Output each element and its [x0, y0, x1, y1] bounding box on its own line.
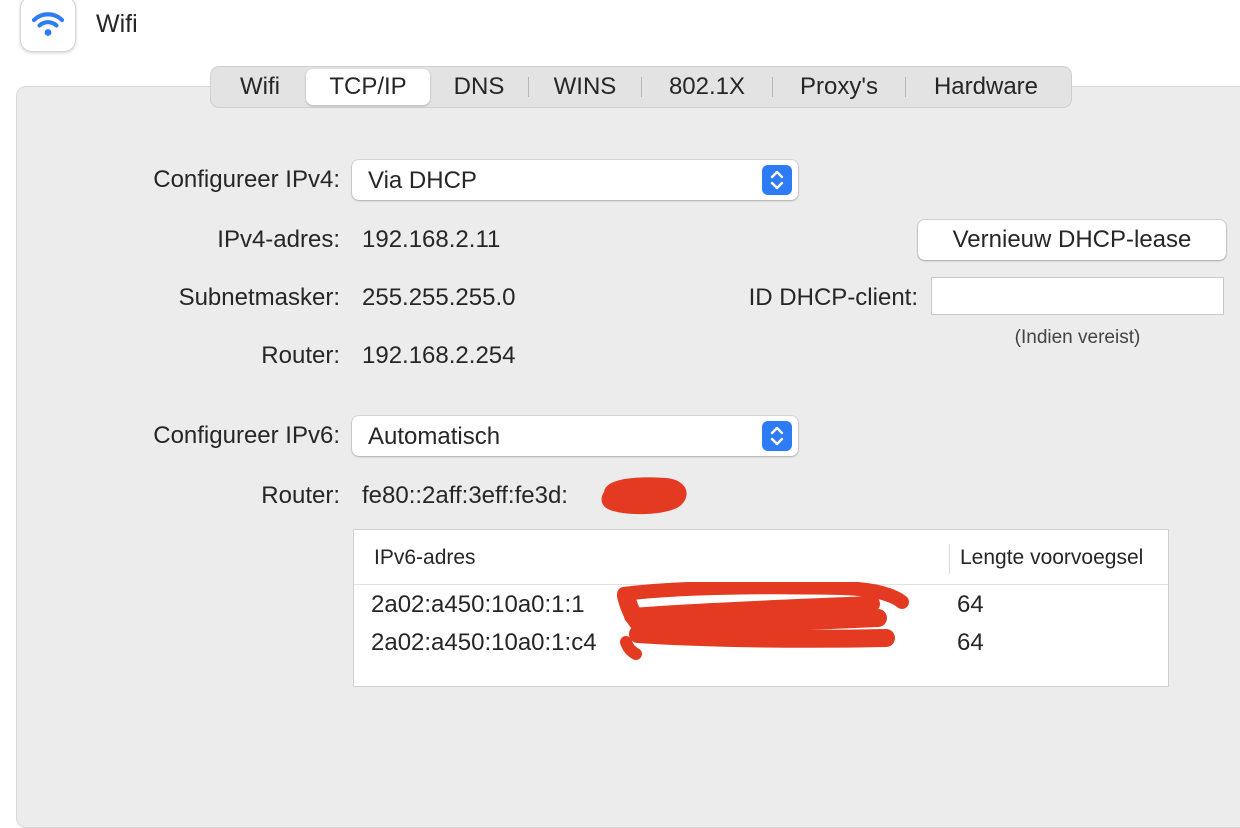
column-header-prefix-length[interactable]: Lengte voorvoegsel: [960, 546, 1143, 570]
popup-chevrons-icon: [762, 165, 792, 195]
ipv4-address-value: 192.168.2.11: [362, 226, 501, 253]
prefix-length-cell: 64: [957, 629, 984, 656]
wifi-icon: [31, 12, 65, 36]
configure-ipv4-value: Via DHCP: [368, 167, 477, 194]
tab-hardware[interactable]: Hardware: [906, 69, 1066, 105]
tab-proxys[interactable]: Proxy's: [773, 69, 905, 105]
dhcp-client-id-field[interactable]: [931, 277, 1224, 315]
tab-wifi[interactable]: Wifi: [214, 69, 306, 105]
configure-ipv6-value: Automatisch: [368, 423, 501, 450]
ipv4-router-label: Router:: [261, 342, 340, 369]
ipv6-address-table[interactable]: IPv6-adres Lengte voorvoegsel 2a02:a450:…: [353, 529, 1169, 687]
configure-ipv6-popup[interactable]: Automatisch: [352, 416, 798, 456]
subnet-mask-label: Subnetmasker:: [178, 284, 340, 311]
ipv6-router-value: fe80::2aff:3eff:fe3d:: [362, 482, 568, 509]
ipv4-address-label: IPv4-adres:: [217, 226, 340, 253]
dhcp-client-id-hint: (Indien vereist): [1014, 327, 1141, 348]
popup-chevrons-icon: [762, 421, 792, 451]
table-header: IPv6-adres Lengte voorvoegsel: [354, 530, 1168, 585]
table-row[interactable]: 2a02:a450:10a0:1:1 64: [354, 587, 1168, 625]
tab-dns[interactable]: DNS: [430, 69, 528, 105]
configure-ipv4-popup[interactable]: Via DHCP: [352, 160, 798, 200]
ipv6-address-cell: 2a02:a450:10a0:1:1: [371, 591, 585, 618]
subnet-mask-value: 255.255.255.0: [362, 284, 516, 311]
tab-tcp-ip[interactable]: TCP/IP: [306, 69, 430, 105]
renew-dhcp-lease-button[interactable]: Vernieuw DHCP-lease: [918, 220, 1226, 260]
configure-ipv6-label: Configureer IPv6:: [153, 422, 340, 449]
column-divider: [949, 544, 950, 574]
ipv6-router-label: Router:: [261, 482, 340, 509]
ipv6-address-cell: 2a02:a450:10a0:1:c4: [371, 629, 597, 656]
ipv4-router-value: 192.168.2.254: [362, 342, 516, 369]
prefix-length-cell: 64: [957, 591, 984, 618]
table-row[interactable]: 2a02:a450:10a0:1:c4 64: [354, 625, 1168, 663]
configure-ipv4-label: Configureer IPv4:: [153, 166, 340, 193]
window-title: Wifi: [96, 10, 138, 38]
tab-bar: Wifi TCP/IP DNS WINS 802.1X Proxy's Hard…: [210, 66, 1072, 108]
tab-wins[interactable]: WINS: [529, 69, 641, 105]
column-header-ipv6-address[interactable]: IPv6-adres: [374, 546, 476, 570]
dhcp-client-id-label: ID DHCP-client:: [748, 284, 918, 311]
tab-802-1x[interactable]: 802.1X: [642, 69, 772, 105]
wifi-app-icon: [20, 0, 76, 52]
